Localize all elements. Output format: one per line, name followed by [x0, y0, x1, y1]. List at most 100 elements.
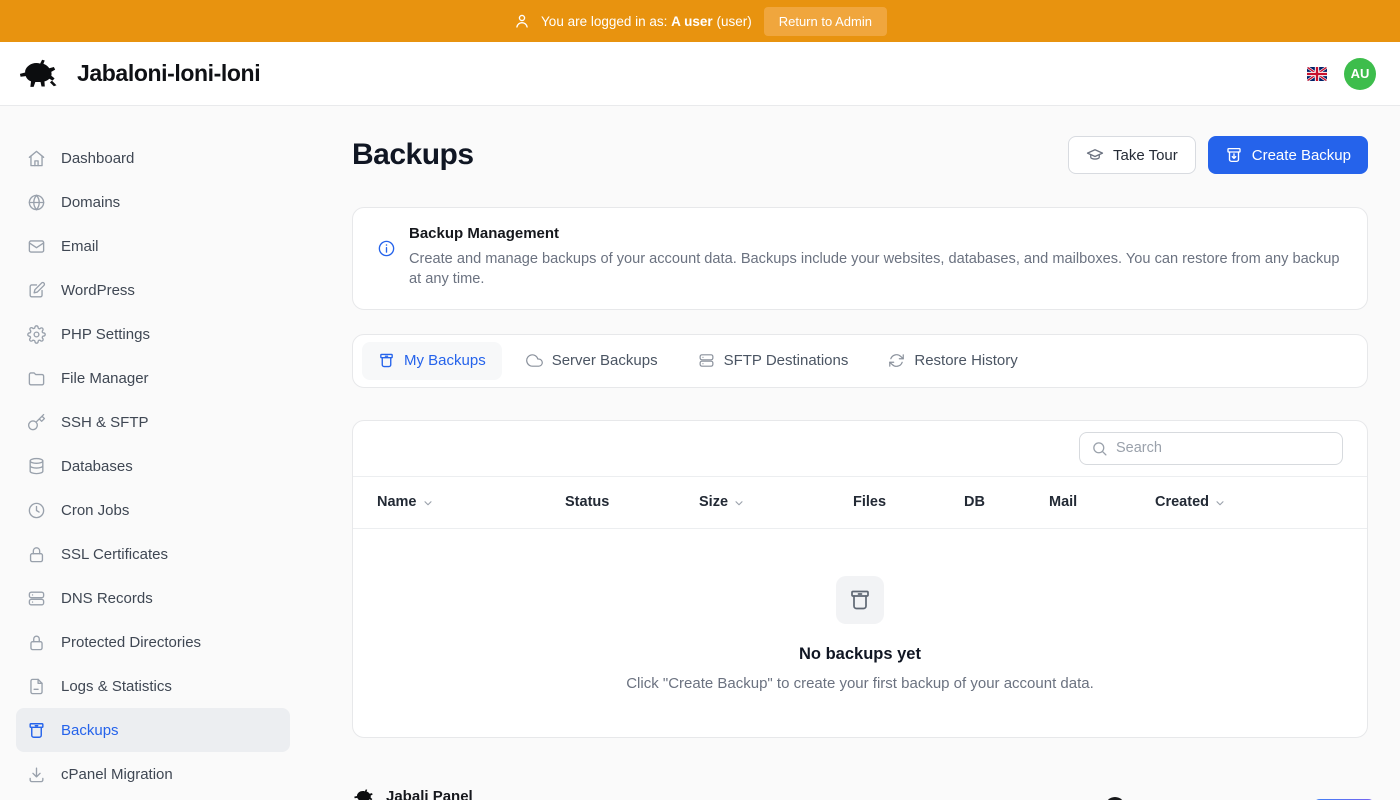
tab-my-backups[interactable]: My Backups — [362, 342, 502, 380]
tab-sftp-destinations[interactable]: SFTP Destinations — [682, 342, 865, 380]
file-text-icon — [26, 677, 46, 696]
impersonation-role: (user) — [716, 14, 751, 29]
archive-down-icon — [1225, 146, 1243, 164]
page-footer: Jabali Panel — [352, 782, 1368, 800]
page-head: Backups Take Tour Create Backup — [352, 136, 1368, 174]
chevron-down-icon — [422, 497, 434, 509]
sidebar-item-label: WordPress — [61, 282, 135, 299]
sidebar-item-logs-statistics[interactable]: Logs & Statistics — [16, 664, 290, 708]
impersonation-text: You are logged in as: A user (user) — [541, 14, 752, 29]
sidebar-item-label: Domains — [61, 194, 120, 211]
download-icon — [26, 765, 46, 784]
tab-label: Restore History — [914, 352, 1017, 369]
avatar[interactable]: AU — [1344, 58, 1376, 90]
sidebar-item-label: File Manager — [61, 370, 149, 387]
boar-logo-icon — [16, 57, 63, 90]
table-header-row: Name Status Size Files DB Mail — [353, 476, 1367, 529]
person-icon — [513, 12, 531, 30]
sidebar-item-label: Logs & Statistics — [61, 678, 172, 695]
column-header-status[interactable]: Status — [565, 494, 699, 510]
sidebar-item-label: SSL Certificates — [61, 546, 168, 563]
tab-server-backups[interactable]: Server Backups — [510, 342, 674, 380]
footer-brand-name: Jabali Panel — [386, 788, 473, 800]
refresh-icon — [888, 352, 905, 369]
info-banner-text: Backup Management Create and manage back… — [409, 225, 1343, 290]
tab-restore-history[interactable]: Restore History — [872, 342, 1033, 380]
tab-label: My Backups — [404, 352, 486, 369]
boar-logo-icon — [352, 788, 377, 800]
sidebar-item-label: Backups — [61, 722, 119, 739]
uk-flag-icon[interactable] — [1307, 67, 1327, 81]
sidebar-item-ssh-sftp[interactable]: SSH & SFTP — [16, 400, 290, 444]
sidebar-item-databases[interactable]: Databases — [16, 444, 290, 488]
sidebar-item-label: SSH & SFTP — [61, 414, 149, 431]
graduation-cap-icon — [1086, 146, 1104, 164]
sidebar-item-cpanel-migration[interactable]: cPanel Migration — [16, 752, 290, 796]
server-icon — [698, 352, 715, 369]
home-icon — [26, 149, 46, 168]
sidebar-item-domains[interactable]: Domains — [16, 180, 290, 224]
cloud-icon — [526, 352, 543, 369]
sidebar-item-dns-records[interactable]: DNS Records — [16, 576, 290, 620]
sidebar-item-label: DNS Records — [61, 590, 153, 607]
column-header-created[interactable]: Created — [1155, 494, 1343, 510]
archive-icon — [26, 721, 46, 740]
column-label: Created — [1155, 494, 1209, 510]
table-toolbar — [353, 421, 1367, 476]
search-icon — [1091, 440, 1108, 457]
column-header-files[interactable]: Files — [853, 494, 964, 510]
sidebar-item-ssl-certificates[interactable]: SSL Certificates — [16, 532, 290, 576]
archive-icon — [378, 352, 395, 369]
column-label: Mail — [1049, 494, 1077, 510]
sidebar-item-file-manager[interactable]: File Manager — [16, 356, 290, 400]
search-box[interactable] — [1079, 432, 1343, 465]
sidebar-item-label: Email — [61, 238, 99, 255]
column-label: Status — [565, 494, 609, 510]
search-input[interactable] — [1116, 440, 1331, 456]
server-icon — [26, 589, 46, 608]
lock-icon — [26, 545, 46, 564]
sidebar-item-cron-jobs[interactable]: Cron Jobs — [16, 488, 290, 532]
sidebar-item-email[interactable]: Email — [16, 224, 290, 268]
column-label: Size — [699, 494, 728, 510]
create-backup-button[interactable]: Create Backup — [1208, 136, 1368, 174]
return-to-admin-button[interactable]: Return to Admin — [764, 7, 887, 36]
header-actions: AU — [1307, 58, 1384, 90]
take-tour-button[interactable]: Take Tour — [1068, 136, 1196, 174]
archive-icon — [836, 576, 884, 624]
key-icon — [26, 413, 46, 432]
empty-state-title: No backups yet — [353, 645, 1367, 664]
page-title: Backups — [352, 138, 474, 172]
pencil-icon — [26, 281, 46, 300]
column-header-db[interactable]: DB — [964, 494, 1049, 510]
chevron-down-icon — [733, 497, 745, 509]
logged-in-as: You are logged in as: A user (user) — [513, 12, 752, 30]
main-content: Backups Take Tour Create Backup Backup M… — [320, 106, 1400, 800]
empty-state-description: Click "Create Backup" to create your fir… — [353, 675, 1367, 692]
sidebar-item-protected-directories[interactable]: Protected Directories — [16, 620, 290, 664]
folder-icon — [26, 369, 46, 388]
backups-table-card: Name Status Size Files DB Mail — [352, 420, 1368, 738]
sidebar-item-dashboard[interactable]: Dashboard — [16, 136, 290, 180]
column-header-size[interactable]: Size — [699, 494, 853, 510]
sidebar-item-label: Protected Directories — [61, 634, 201, 651]
sidebar-item-label: Dashboard — [61, 150, 134, 167]
take-tour-label: Take Tour — [1113, 147, 1178, 164]
envelope-icon — [26, 237, 46, 256]
sidebar-item-backups[interactable]: Backups — [16, 708, 290, 752]
sidebar-item-php-settings[interactable]: PHP Settings — [16, 312, 290, 356]
info-banner-description: Create and manage backups of your accoun… — [409, 249, 1343, 290]
sidebar-item-wordpress[interactable]: WordPress — [16, 268, 290, 312]
globe-icon — [26, 193, 46, 212]
column-header-mail[interactable]: Mail — [1049, 494, 1155, 510]
column-header-name[interactable]: Name — [377, 494, 565, 510]
sidebar: Dashboard Domains Email WordPress PHP Se… — [0, 106, 320, 800]
impersonation-prefix: You are logged in as: — [541, 14, 667, 29]
sidebar-item-label: cPanel Migration — [61, 766, 173, 783]
page-actions: Take Tour Create Backup — [1068, 136, 1368, 174]
info-banner: Backup Management Create and manage back… — [352, 207, 1368, 310]
gear-icon — [26, 325, 46, 344]
chevron-down-icon — [1214, 497, 1226, 509]
impersonation-user: A user — [671, 14, 713, 29]
column-label: Name — [377, 494, 417, 510]
